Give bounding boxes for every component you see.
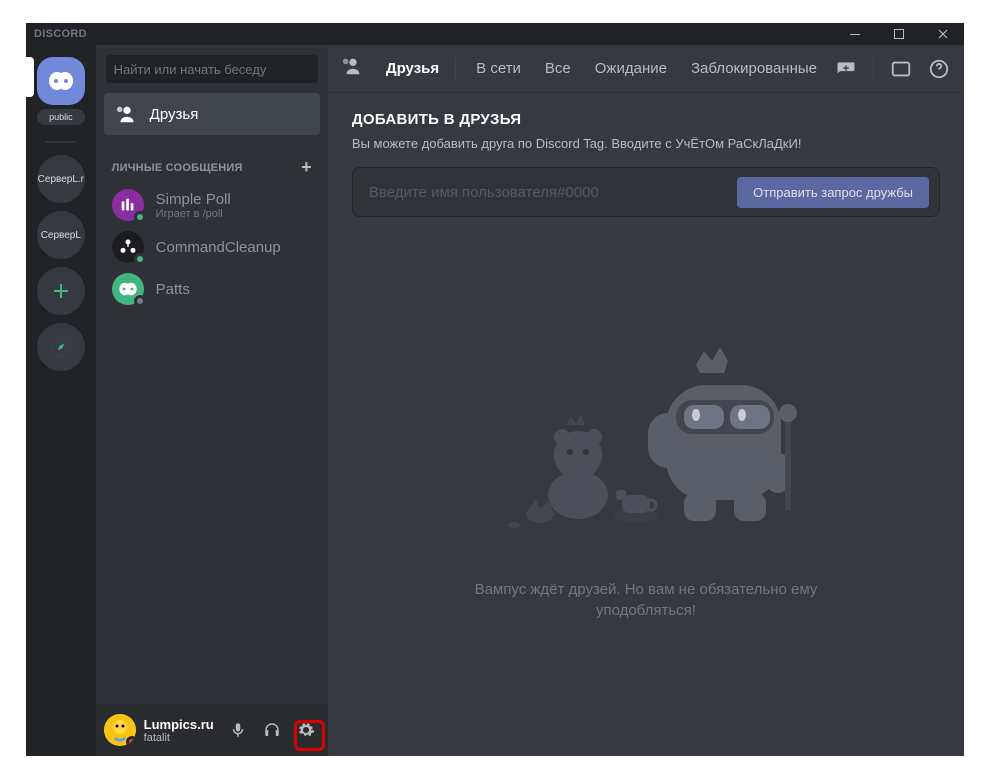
home-button[interactable] (37, 57, 85, 105)
window-maximize-button[interactable] (886, 23, 912, 45)
guild-divider (45, 141, 77, 143)
dm-name: Simple Poll (156, 191, 231, 208)
server-initials: СерверL.r (38, 174, 84, 185)
find-conversation-button[interactable]: Найти или начать беседу (106, 55, 318, 83)
add-server-button[interactable] (37, 267, 85, 315)
server-item[interactable]: СерверL (37, 211, 85, 259)
server-selection-pill (26, 57, 34, 97)
message-plus-icon (835, 58, 857, 80)
dm-item[interactable]: Patts (104, 269, 320, 309)
folder-label: public (37, 109, 85, 125)
titlebar: DISCORD (26, 23, 964, 45)
inbox-button[interactable] (890, 58, 912, 80)
avatar (112, 231, 144, 263)
dm-name: Patts (156, 281, 190, 298)
window-minimize-button[interactable] (842, 23, 868, 45)
search-placeholder: Найти или начать беседу (114, 62, 267, 77)
user-tag: fatalit (144, 732, 216, 744)
server-item[interactable]: СерверL.r (37, 155, 85, 203)
avatar (112, 273, 144, 305)
empty-state-text: Вампус ждёт друзей. Но вам не обязательн… (426, 579, 866, 621)
create-dm-button[interactable]: + (301, 157, 312, 178)
app-brand: DISCORD (34, 28, 87, 40)
add-friend-subtitle: Вы можете добавить друга по Discord Tag.… (352, 136, 940, 151)
user-panel: Lumpics.ru fatalit (96, 704, 328, 756)
plus-icon (51, 281, 71, 301)
add-friend-title: ДОБАВИТЬ В ДРУЗЬЯ (352, 111, 940, 128)
microphone-icon (229, 721, 247, 739)
new-group-dm-button[interactable] (835, 58, 857, 80)
add-friend-input[interactable]: Введите имя пользователя#0000 (369, 184, 725, 201)
send-friend-request-button[interactable]: Отправить запрос дружбы (737, 177, 929, 208)
user-avatar[interactable] (104, 714, 136, 746)
tab-pending[interactable]: Ожидание (585, 57, 677, 80)
dm-item[interactable]: CommandCleanup (104, 227, 320, 267)
tab-friends-label: Друзья (376, 57, 456, 80)
tab-online[interactable]: В сети (466, 57, 531, 80)
server-list: public СерверL.r СерверL (26, 45, 96, 756)
headphones-icon (263, 721, 281, 739)
explore-servers-button[interactable] (37, 323, 85, 371)
avatar (112, 189, 144, 221)
deafen-button[interactable] (258, 716, 286, 744)
dm-section-header: ЛИЧНЫЕ СООБЩЕНИЯ (112, 162, 243, 174)
mute-mic-button[interactable] (224, 716, 252, 744)
window-close-button[interactable] (930, 23, 956, 45)
gear-icon (297, 721, 315, 739)
friends-icon (342, 55, 364, 82)
dm-item[interactable]: Simple Poll Играет в /poll (104, 185, 320, 225)
help-icon (928, 58, 950, 80)
tab-all[interactable]: Все (535, 57, 581, 80)
tab-blocked[interactable]: Заблокированные (681, 57, 827, 80)
friends-icon (116, 103, 138, 125)
add-friend-row: Введите имя пользователя#0000 Отправить … (352, 167, 940, 217)
main-content: Друзья В сети Все Ожидание Заблокированн… (328, 45, 964, 756)
channel-sidebar: Найти или начать беседу Друзья ЛИЧНЫЕ СО… (96, 45, 328, 756)
help-button[interactable] (928, 58, 950, 80)
dm-activity: Играет в /poll (156, 208, 231, 220)
friends-nav-label: Друзья (150, 106, 199, 123)
empty-state-illustration (466, 335, 826, 555)
compass-icon (50, 336, 72, 358)
inbox-icon (890, 58, 912, 80)
topbar: Друзья В сети Все Ожидание Заблокированн… (328, 45, 964, 93)
dm-name: CommandCleanup (156, 239, 281, 256)
server-initials: СерверL (41, 230, 81, 241)
username: Lumpics.ru (144, 717, 216, 732)
friends-nav-button[interactable]: Друзья (104, 93, 320, 135)
user-settings-button[interactable] (292, 716, 320, 744)
